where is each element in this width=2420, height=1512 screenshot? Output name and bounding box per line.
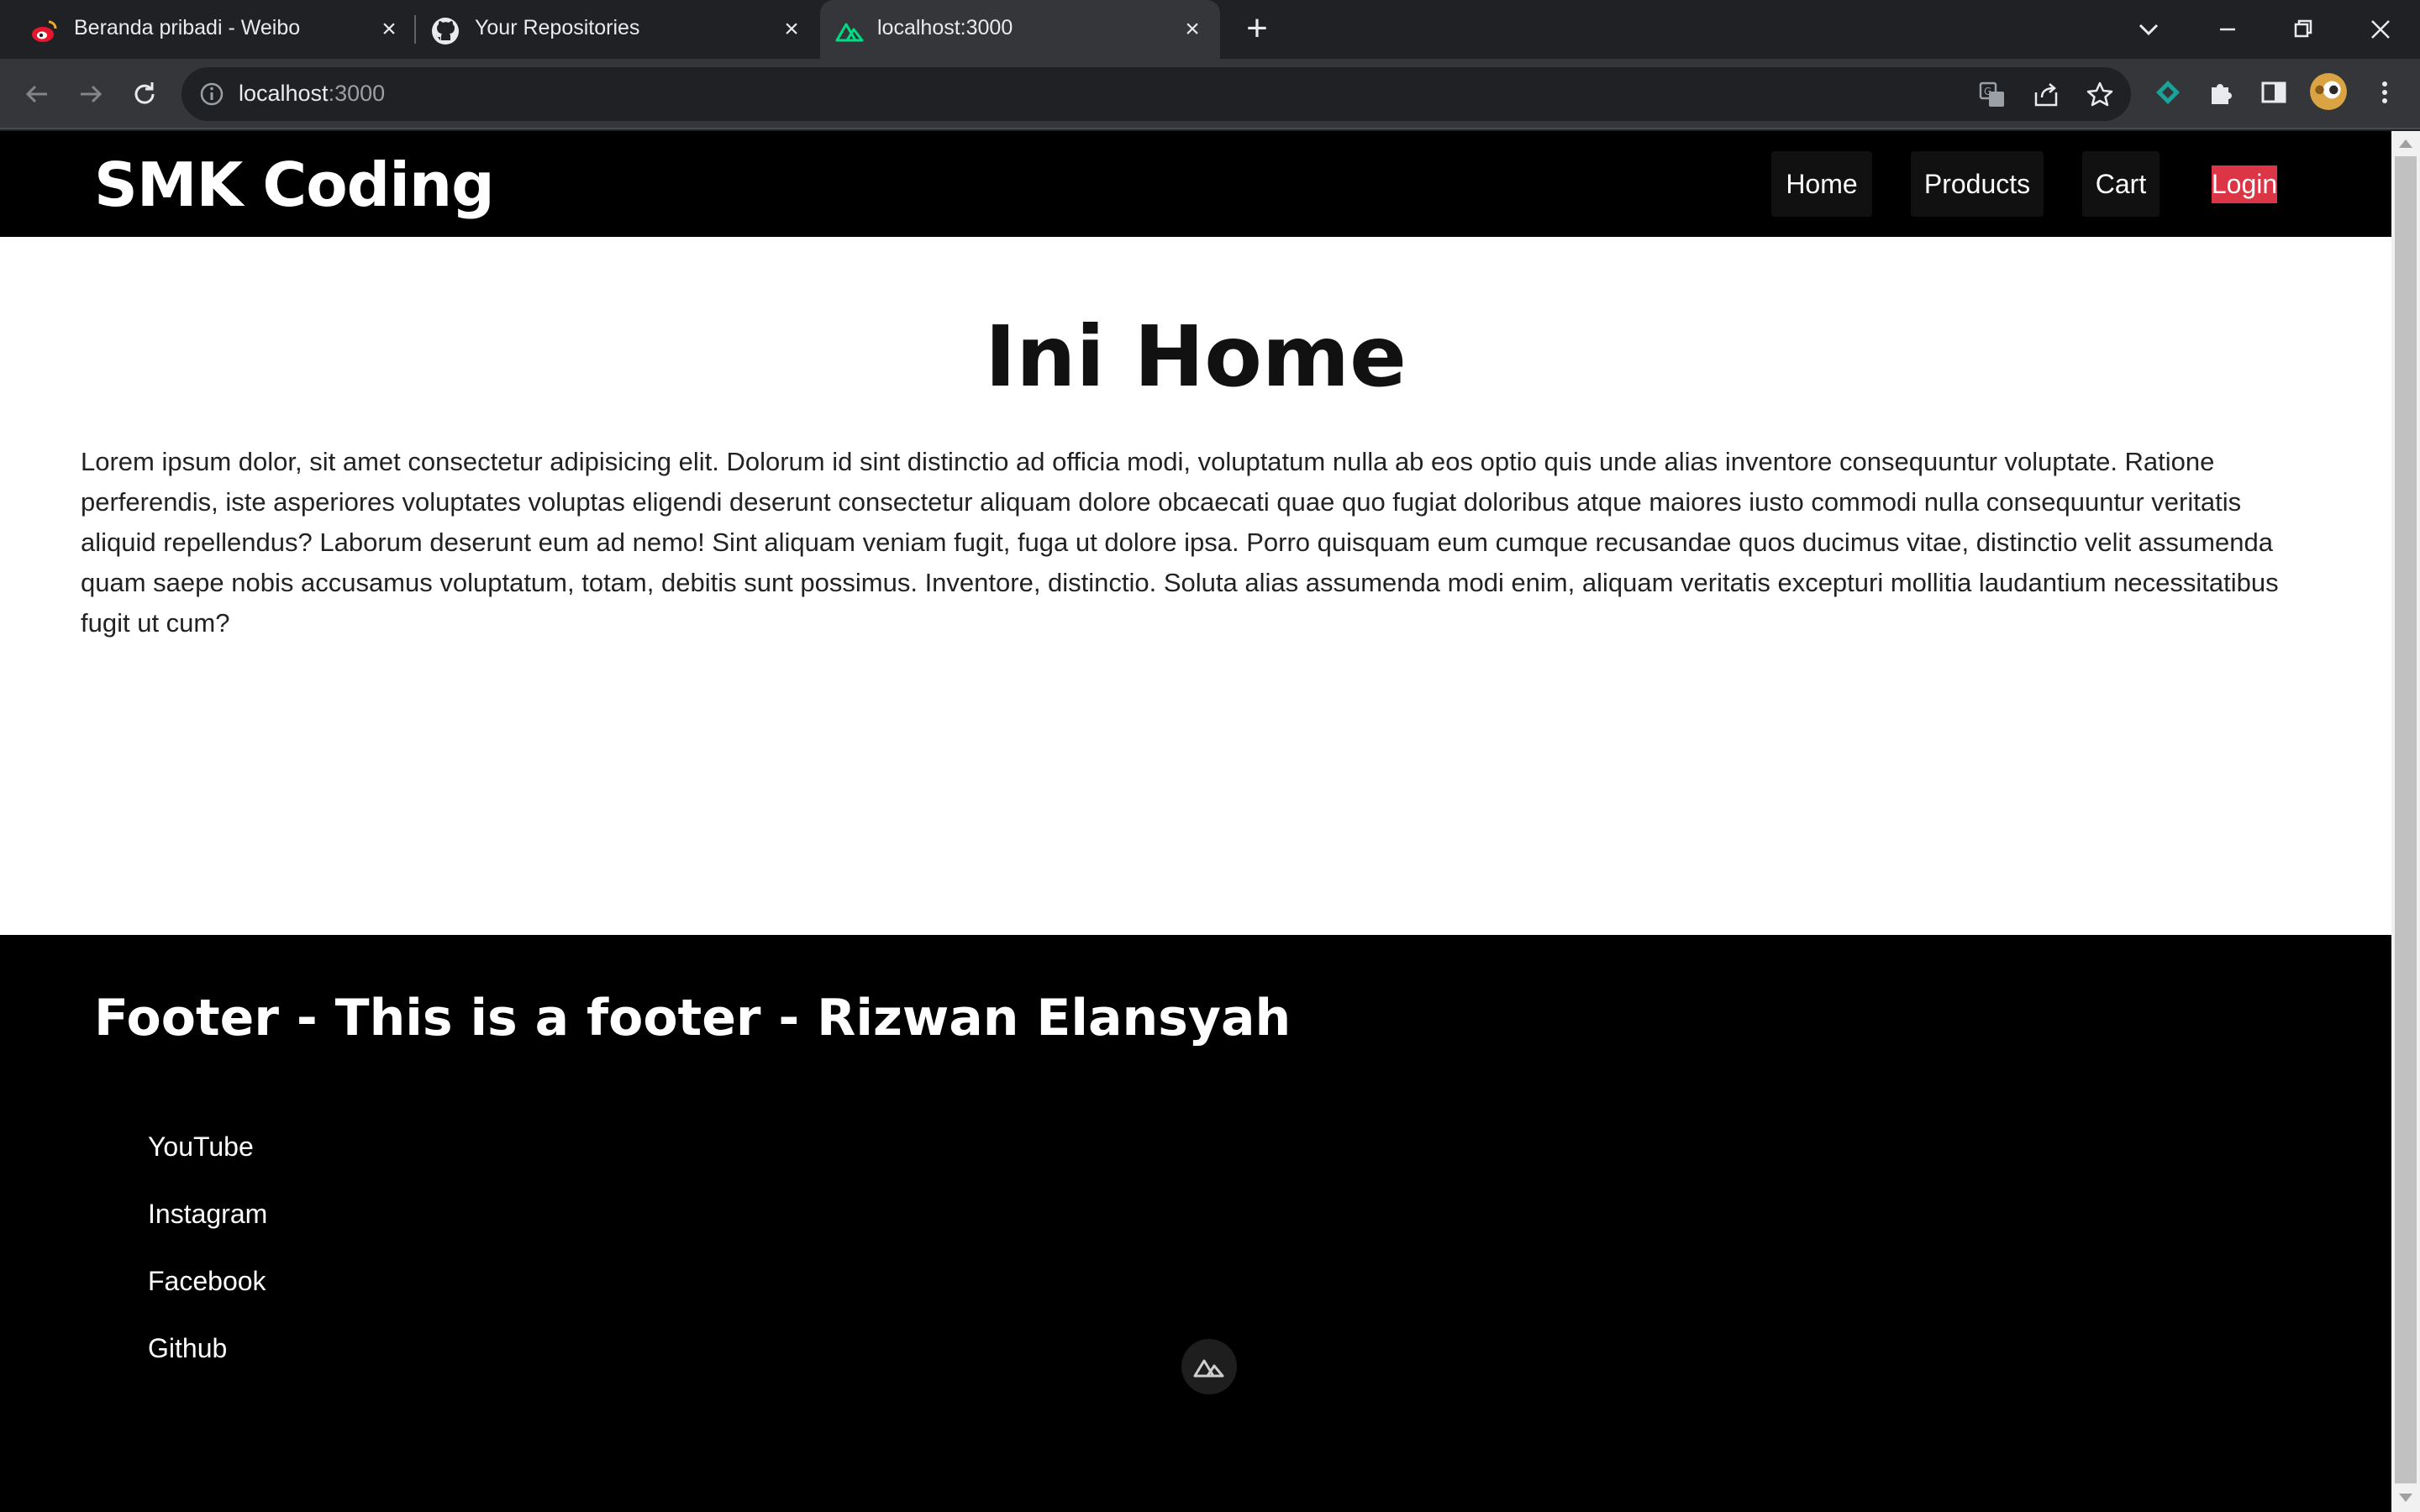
restore-icon[interactable] [2282, 8, 2324, 50]
site-footer: Footer - This is a footer - Rizwan Elans… [0, 935, 2391, 1512]
back-icon[interactable] [18, 76, 55, 113]
nav-login[interactable]: Login [2198, 151, 2291, 217]
tab-divider [414, 15, 416, 44]
scroll-up-arrow-icon[interactable] [2399, 139, 2412, 148]
bookmark-star-icon[interactable] [2086, 81, 2114, 109]
nuxt-icon [1193, 1359, 1224, 1378]
tab-search-icon[interactable] [2128, 8, 2170, 50]
forward-icon[interactable] [72, 76, 109, 113]
translate-icon[interactable]: G [1978, 81, 2007, 109]
footer-link-youtube[interactable]: YouTube [148, 1131, 254, 1163]
scroll-down-arrow-icon[interactable] [2399, 1494, 2412, 1502]
page-body-text: Lorem ipsum dolor, sit amet consectetur … [81, 447, 2279, 638]
url-text: localhost:3000 [239, 81, 386, 106]
tab-title: Your Repositories [475, 16, 640, 39]
site-info-icon[interactable] [198, 81, 225, 108]
footer-title: Footer - This is a footer - Rizwan Elans… [94, 989, 1292, 1047]
footer-link-instagram[interactable]: Instagram [148, 1199, 267, 1230]
minimize-icon[interactable] [2207, 8, 2249, 50]
extensions-puzzle-icon[interactable] [2205, 76, 2238, 109]
github-icon [432, 18, 459, 45]
tab-localhost[interactable]: localhost:3000 × [820, 0, 1220, 59]
close-tab-icon[interactable]: × [1180, 17, 1205, 42]
extension-icon[interactable] [2151, 76, 2185, 109]
footer-link-facebook[interactable]: Facebook [148, 1266, 266, 1297]
close-window-icon[interactable] [2360, 8, 2402, 50]
side-panel-icon[interactable] [2257, 76, 2291, 109]
site-header: SMK Coding Home Products Cart Login [0, 131, 2391, 237]
share-icon[interactable] [2032, 81, 2060, 109]
weibo-icon [32, 20, 57, 42]
more-menu-icon[interactable] [2368, 76, 2402, 109]
svg-text:G: G [1984, 86, 1991, 97]
reload-icon[interactable] [126, 76, 163, 113]
footer-link-github[interactable]: Github [148, 1333, 227, 1364]
nav-products[interactable]: Products [1911, 151, 2044, 217]
tab-github[interactable]: Your Repositories × [418, 0, 813, 59]
address-bar[interactable]: localhost:3000 G [182, 67, 2131, 121]
browser-toolbar: localhost:3000 G [0, 59, 2420, 129]
site-brand[interactable]: SMK Coding [94, 150, 495, 220]
nav-login-label: Login [2211, 165, 2278, 203]
profile-avatar-icon[interactable] [2309, 72, 2348, 111]
tab-title: Beranda pribadi - Weibo [74, 16, 301, 39]
tab-title: localhost:3000 [877, 16, 1013, 39]
page-title: Ini Home [985, 307, 1407, 406]
nuxt-devtools-button[interactable] [1181, 1339, 1237, 1394]
page-viewport: SMK Coding Home Products Cart Login Ini … [0, 131, 2391, 1512]
scrollbar-thumb[interactable] [2395, 156, 2417, 1483]
page-scrollbar[interactable] [2391, 131, 2420, 1512]
nav-cart[interactable]: Cart [2082, 151, 2160, 217]
tab-weibo[interactable]: Beranda pribadi - Weibo × [0, 0, 412, 59]
new-tab-icon[interactable]: + [1239, 10, 1275, 47]
nuxt-icon [835, 23, 864, 42]
browser-tab-strip: Beranda pribadi - Weibo × Your Repositor… [0, 0, 2420, 59]
close-tab-icon[interactable]: × [376, 17, 402, 42]
close-tab-icon[interactable]: × [779, 17, 804, 42]
nav-home[interactable]: Home [1771, 151, 1872, 217]
